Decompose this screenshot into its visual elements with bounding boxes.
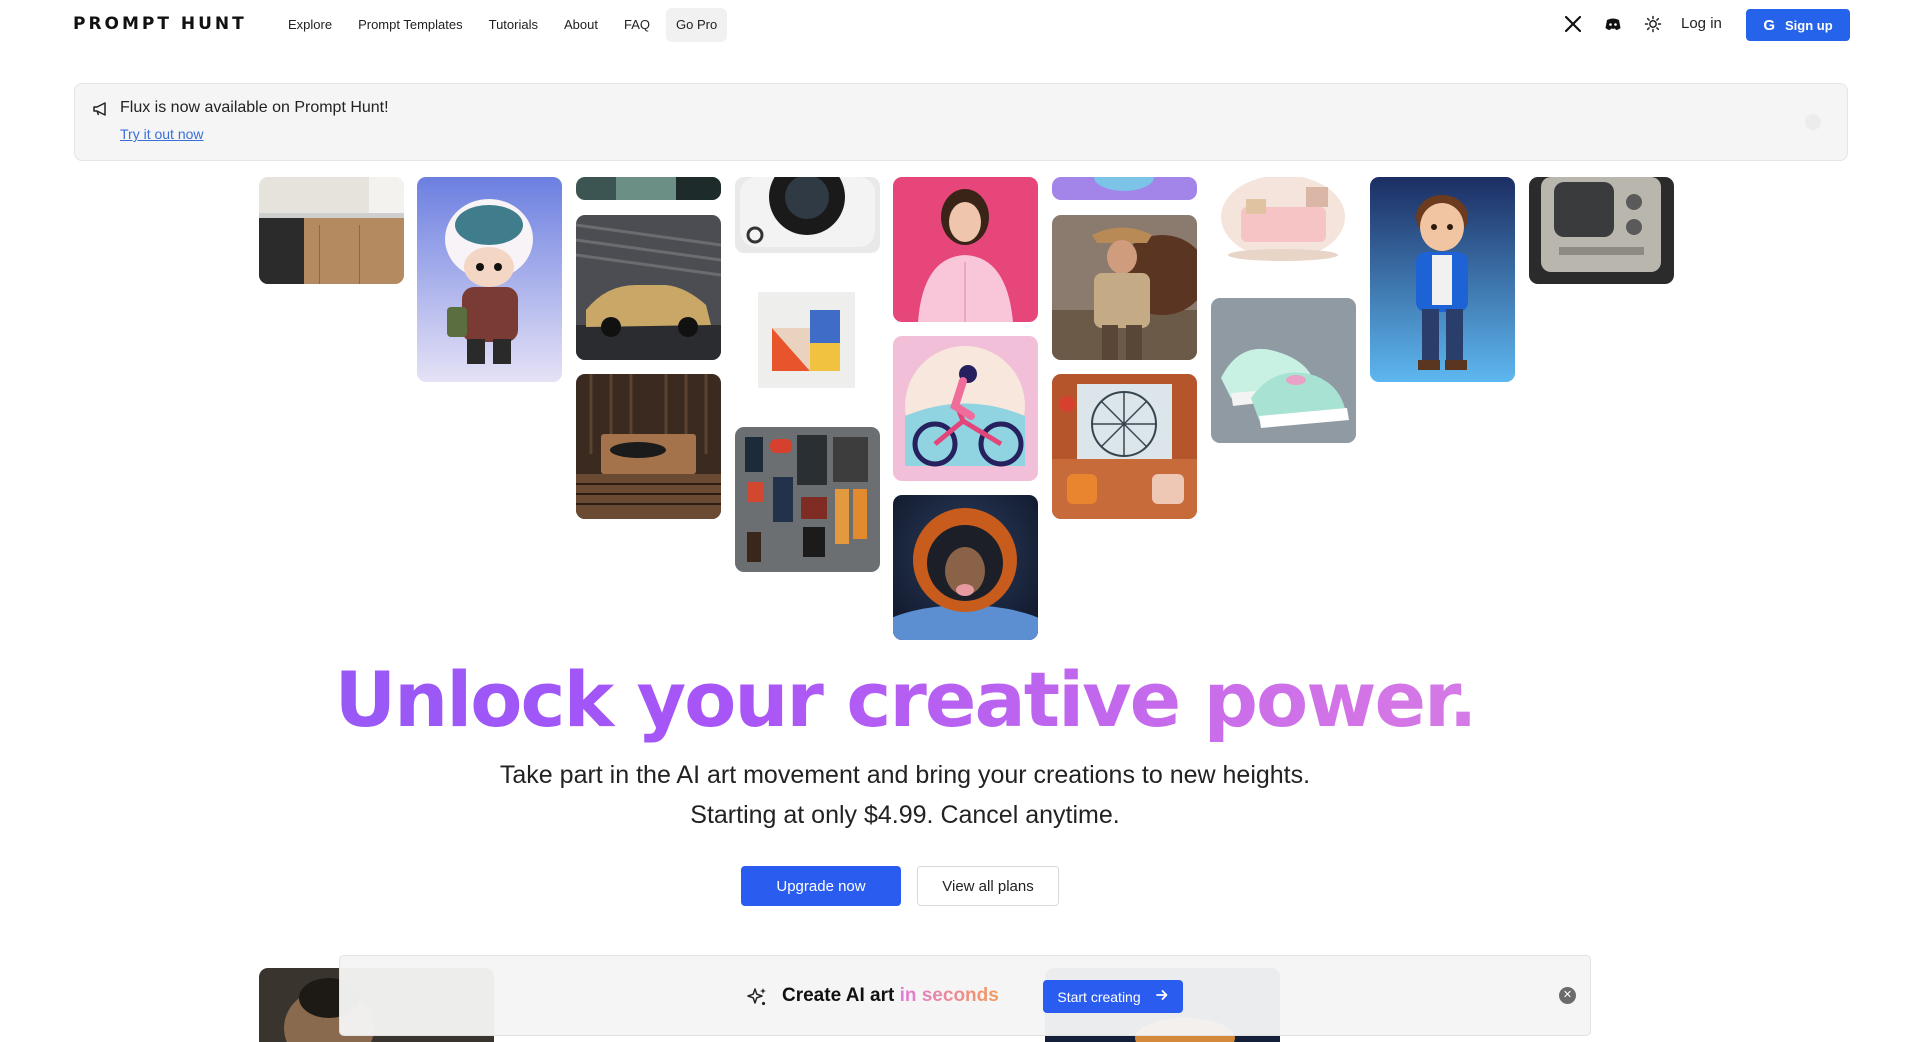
start-creating-label: Start creating (1057, 988, 1141, 1005)
nav-link-explore[interactable]: Explore (278, 8, 342, 42)
x-twitter-icon[interactable] (1563, 14, 1583, 34)
create-ai-art-text: Create AI art in seconds (782, 985, 999, 1007)
announcement-banner: Flux is now available on Prompt Hunt! Tr… (74, 83, 1848, 161)
gallery-image-ferris-wheel-room[interactable] (1052, 374, 1197, 519)
sun-icon[interactable] (1643, 14, 1663, 34)
hero-subtitle: Take part in the AI art movement and bri… (0, 755, 1810, 835)
megaphone-icon (92, 100, 110, 118)
close-icon[interactable]: ✕ (1559, 987, 1576, 1004)
gallery-image-cartoon-boy[interactable] (1370, 177, 1515, 382)
login-link[interactable]: Log in (1681, 15, 1722, 32)
nav-link-faq[interactable]: FAQ (614, 8, 660, 42)
gallery-image-cowboy-cow[interactable] (1052, 215, 1197, 360)
gallery-image-classic-car[interactable] (576, 215, 721, 360)
nav-link-prompt-templates[interactable]: Prompt Templates (348, 8, 473, 42)
gallery-image-astronaut-dog[interactable] (893, 495, 1038, 640)
create-ai-art-highlight: in seconds (899, 985, 999, 1006)
google-icon: G (1763, 16, 1775, 34)
view-all-plans-button[interactable]: View all plans (917, 866, 1059, 906)
hero-subtitle-line-2: Starting at only $4.99. Cancel anytime. (690, 801, 1120, 829)
create-ai-art-prefix: Create AI art (782, 985, 895, 1006)
arrow-right-icon (1155, 988, 1169, 1005)
gallery-image-vintage-appliance[interactable] (1529, 177, 1674, 284)
top-nav: PROMPT HUNT Explore Prompt Templates Tut… (0, 0, 1920, 50)
gallery-image-record-player[interactable] (576, 374, 721, 519)
start-creating-button[interactable]: Start creating (1043, 980, 1183, 1013)
gallery-image-camera[interactable] (735, 177, 880, 253)
gallery-image-bicycle-girl[interactable] (893, 336, 1038, 481)
gallery-image-woman-pink-shirt[interactable] (893, 177, 1038, 322)
gallery-image-purple-partial[interactable] (1052, 177, 1197, 200)
upgrade-now-button[interactable]: Upgrade now (741, 866, 901, 906)
banner-text: Flux is now available on Prompt Hunt! (120, 99, 389, 116)
nav-link-about[interactable]: About (554, 8, 608, 42)
gallery-image-toddler-bedroom[interactable] (1211, 177, 1356, 265)
sparkles-icon (746, 986, 768, 1008)
create-ai-art-bar: Create AI art in seconds Start creating … (339, 955, 1591, 1036)
nav-link-tutorials[interactable]: Tutorials (479, 8, 548, 42)
banner-link[interactable]: Try it out now (120, 126, 204, 142)
gallery-image-sneakers[interactable] (1211, 298, 1356, 443)
logo[interactable]: PROMPT HUNT (73, 14, 247, 34)
gallery-image-clothing-flatlay[interactable] (735, 427, 880, 572)
hero-title: Unlock your creative power. (0, 655, 1810, 744)
hero-subtitle-line-1: Take part in the AI art movement and bri… (499, 761, 1311, 789)
banner-dismiss-button[interactable] (1805, 114, 1821, 130)
signup-label: Sign up (1785, 17, 1833, 33)
nav-link-go-pro[interactable]: Go Pro (665, 8, 728, 42)
gallery-image-kitchen[interactable] (259, 177, 404, 284)
nav-links: Explore Prompt Templates Tutorials About… (278, 8, 728, 42)
signup-button[interactable]: G Sign up (1746, 9, 1850, 41)
gallery-image-abstract-shapes[interactable] (758, 292, 855, 388)
discord-icon[interactable] (1603, 14, 1623, 34)
gallery-image-winter-doll[interactable] (417, 177, 562, 382)
gallery-image-top-partial[interactable] (576, 177, 721, 200)
